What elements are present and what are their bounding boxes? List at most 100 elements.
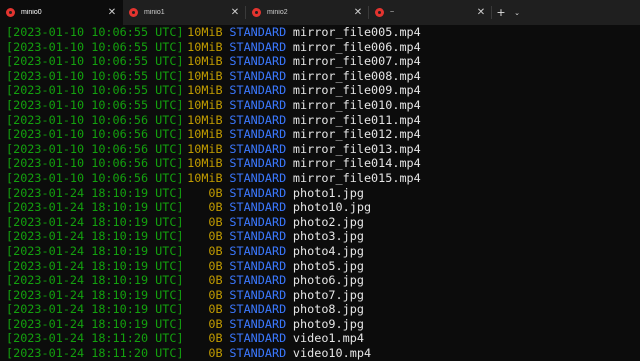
storage-class-text: STANDARD	[229, 127, 287, 142]
storage-class-text: STANDARD	[229, 185, 287, 200]
size-text: 0B	[208, 287, 223, 302]
size-text: 10MiB	[187, 127, 223, 142]
terminal-line: [2023-01-24 18:10:19 UTC] 0B STANDARD photo…	[6, 244, 636, 259]
filename-text: video1.mp4	[292, 331, 364, 346]
terminal-line: [2023-01-24 18:10:19 UTC] 0B STANDARD photo…	[6, 229, 636, 244]
timestamp-text: [2023-01-24 18:10:19 UTC]	[6, 185, 184, 200]
ubuntu-icon	[252, 8, 261, 17]
terminal-line: [2023-01-24 18:11:20 UTC] 0B STANDARD video…	[6, 331, 636, 346]
size-text: 0B	[208, 214, 223, 229]
size-text: 10MiB	[187, 54, 223, 69]
size-text: 0B	[208, 302, 223, 317]
terminal-line: [2023-01-24 18:10:19 UTC] 0B STANDARD photo…	[6, 186, 636, 201]
tab-minio1[interactable]: minio1 ✕	[123, 0, 246, 25]
size-text: 10MiB	[187, 141, 223, 156]
timestamp-text: [2023-01-10 10:06:56 UTC]	[6, 112, 184, 127]
size-text: 0B	[208, 346, 223, 361]
tab-minio2[interactable]: minio2 ✕	[246, 0, 369, 25]
storage-class-text: STANDARD	[229, 68, 287, 83]
terminal-line: [2023-01-10 10:06:56 UTC] 10MiB STANDARD mi…	[6, 142, 636, 157]
storage-class-text: STANDARD	[229, 83, 287, 98]
timestamp-text: [2023-01-24 18:10:19 UTC]	[6, 316, 184, 331]
size-text: 0B	[208, 316, 223, 331]
storage-class-text: STANDARD	[229, 54, 287, 69]
ubuntu-icon	[6, 8, 15, 17]
close-icon[interactable]: ✕	[105, 6, 119, 20]
storage-class-text: STANDARD	[229, 346, 287, 361]
filename-text: photo2.jpg	[292, 214, 364, 229]
storage-class-text: STANDARD	[229, 331, 287, 346]
size-text: 0B	[208, 200, 223, 215]
storage-class-text: STANDARD	[229, 25, 287, 39]
timestamp-text: [2023-01-10 10:06:55 UTC]	[6, 54, 184, 69]
filename-text: photo6.jpg	[292, 273, 364, 288]
tab-title: minio2	[267, 9, 288, 16]
ubuntu-icon	[129, 8, 138, 17]
terminal-output[interactable]: [2023-01-10 10:06:55 UTC] 10MiB STANDARD mi…	[6, 25, 636, 360]
terminal-line: [2023-01-10 10:06:55 UTC] 10MiB STANDARD mi…	[6, 54, 636, 69]
storage-class-text: STANDARD	[229, 170, 287, 185]
close-icon[interactable]: ✕	[228, 6, 242, 20]
terminal-line: [2023-01-24 18:10:19 UTC] 0B STANDARD photo…	[6, 273, 636, 288]
storage-class-text: STANDARD	[229, 229, 287, 244]
terminal-line: [2023-01-24 18:10:19 UTC] 0B STANDARD photo…	[6, 302, 636, 317]
filename-text: video10.mp4	[292, 346, 372, 361]
storage-class-text: STANDARD	[229, 97, 287, 112]
storage-class-text: STANDARD	[229, 112, 287, 127]
terminal-line: [2023-01-24 18:10:19 UTC] 0B STANDARD photo…	[6, 317, 636, 332]
tab-minio0[interactable]: minio0 ✕	[0, 0, 123, 25]
filename-text: photo8.jpg	[292, 302, 364, 317]
tab-title: minio1	[144, 9, 165, 16]
close-icon[interactable]: ✕	[351, 6, 365, 20]
timestamp-text: [2023-01-24 18:10:19 UTC]	[6, 287, 184, 302]
tab-home[interactable]: ~ ✕	[369, 0, 492, 25]
terminal-line: [2023-01-10 10:06:55 UTC] 10MiB STANDARD mi…	[6, 98, 636, 113]
timestamp-text: [2023-01-24 18:10:19 UTC]	[6, 302, 184, 317]
filename-text: mirror_file007.mp4	[292, 54, 421, 69]
timestamp-text: [2023-01-10 10:06:56 UTC]	[6, 127, 184, 142]
size-text: 10MiB	[187, 170, 223, 185]
terminal-line: [2023-01-10 10:06:56 UTC] 10MiB STANDARD mi…	[6, 113, 636, 128]
timestamp-text: [2023-01-10 10:06:55 UTC]	[6, 39, 184, 54]
storage-class-text: STANDARD	[229, 39, 287, 54]
storage-class-text: STANDARD	[229, 156, 287, 171]
filename-text: photo3.jpg	[292, 229, 364, 244]
storage-class-text: STANDARD	[229, 302, 287, 317]
filename-text: mirror_file014.mp4	[292, 156, 421, 171]
timestamp-text: [2023-01-10 10:06:55 UTC]	[6, 25, 184, 39]
terminal-line: [2023-01-24 18:10:19 UTC] 0B STANDARD photo…	[6, 215, 636, 230]
timestamp-text: [2023-01-10 10:06:55 UTC]	[6, 68, 184, 83]
size-text: 0B	[208, 229, 223, 244]
timestamp-text: [2023-01-10 10:06:56 UTC]	[6, 141, 184, 156]
storage-class-text: STANDARD	[229, 214, 287, 229]
filename-text: photo9.jpg	[292, 316, 364, 331]
ubuntu-icon	[375, 8, 384, 17]
size-text: 10MiB	[187, 156, 223, 171]
terminal-line: [2023-01-10 10:06:55 UTC] 10MiB STANDARD mi…	[6, 25, 636, 40]
size-text: 10MiB	[187, 97, 223, 112]
filename-text: mirror_file011.mp4	[292, 112, 421, 127]
timestamp-text: [2023-01-24 18:10:19 UTC]	[6, 243, 184, 258]
timestamp-text: [2023-01-24 18:11:20 UTC]	[6, 331, 184, 346]
timestamp-text: [2023-01-10 10:06:55 UTC]	[6, 83, 184, 98]
chevron-down-icon[interactable]: ⌄	[510, 0, 524, 25]
timestamp-text: [2023-01-10 10:06:56 UTC]	[6, 170, 184, 185]
terminal-line: [2023-01-10 10:06:56 UTC] 10MiB STANDARD mi…	[6, 171, 636, 186]
terminal-line: [2023-01-24 18:10:19 UTC] 0B STANDARD photo…	[6, 288, 636, 303]
terminal-line: [2023-01-24 18:10:19 UTC] 0B STANDARD photo…	[6, 259, 636, 274]
filename-text: photo5.jpg	[292, 258, 364, 273]
new-tab-button[interactable]: +	[492, 0, 510, 25]
size-text: 10MiB	[187, 112, 223, 127]
timestamp-text: [2023-01-24 18:10:19 UTC]	[6, 229, 184, 244]
close-icon[interactable]: ✕	[474, 6, 488, 20]
size-text: 0B	[208, 258, 223, 273]
storage-class-text: STANDARD	[229, 200, 287, 215]
filename-text: photo10.jpg	[292, 200, 372, 215]
timestamp-text: [2023-01-10 10:06:56 UTC]	[6, 156, 184, 171]
size-text: 10MiB	[187, 83, 223, 98]
timestamp-text: [2023-01-24 18:10:19 UTC]	[6, 258, 184, 273]
timestamp-text: [2023-01-24 18:10:19 UTC]	[6, 214, 184, 229]
storage-class-text: STANDARD	[229, 243, 287, 258]
filename-text: mirror_file013.mp4	[292, 141, 421, 156]
filename-text: mirror_file006.mp4	[292, 39, 421, 54]
